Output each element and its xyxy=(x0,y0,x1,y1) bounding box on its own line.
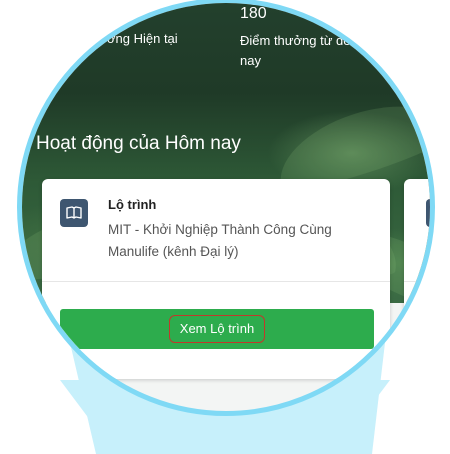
screenshot-stage: 180 ơng Hiện tại Điểm thưởng từ đến nay … xyxy=(0,0,450,454)
view-roadmap-button-label: Xem Lộ trình xyxy=(168,315,266,343)
card-description: MIT - Khởi Nghiệp Thành Công Cùng Manuli… xyxy=(108,222,332,259)
book-icon xyxy=(60,199,88,227)
activity-card[interactable]: Lộ trình MIT - Khởi Nghiệp Thành Công Cù… xyxy=(42,179,390,379)
divider xyxy=(42,281,390,282)
partial-mark xyxy=(418,309,420,323)
current-stat-label: ơng Hiện tại xyxy=(107,31,178,46)
book-icon xyxy=(426,199,430,227)
view-roadmap-button[interactable]: Xem Lộ trình xyxy=(60,309,374,349)
section-title: Hoạt động của Hôm nay xyxy=(36,133,241,154)
points-value: 180 xyxy=(240,5,267,22)
points-label: Điểm thưởng từ đến nay xyxy=(240,33,358,68)
magnifier-lens: 180 ơng Hiện tại Điểm thưởng từ đến nay … xyxy=(17,0,435,416)
card-title: Lộ trình xyxy=(108,197,157,212)
